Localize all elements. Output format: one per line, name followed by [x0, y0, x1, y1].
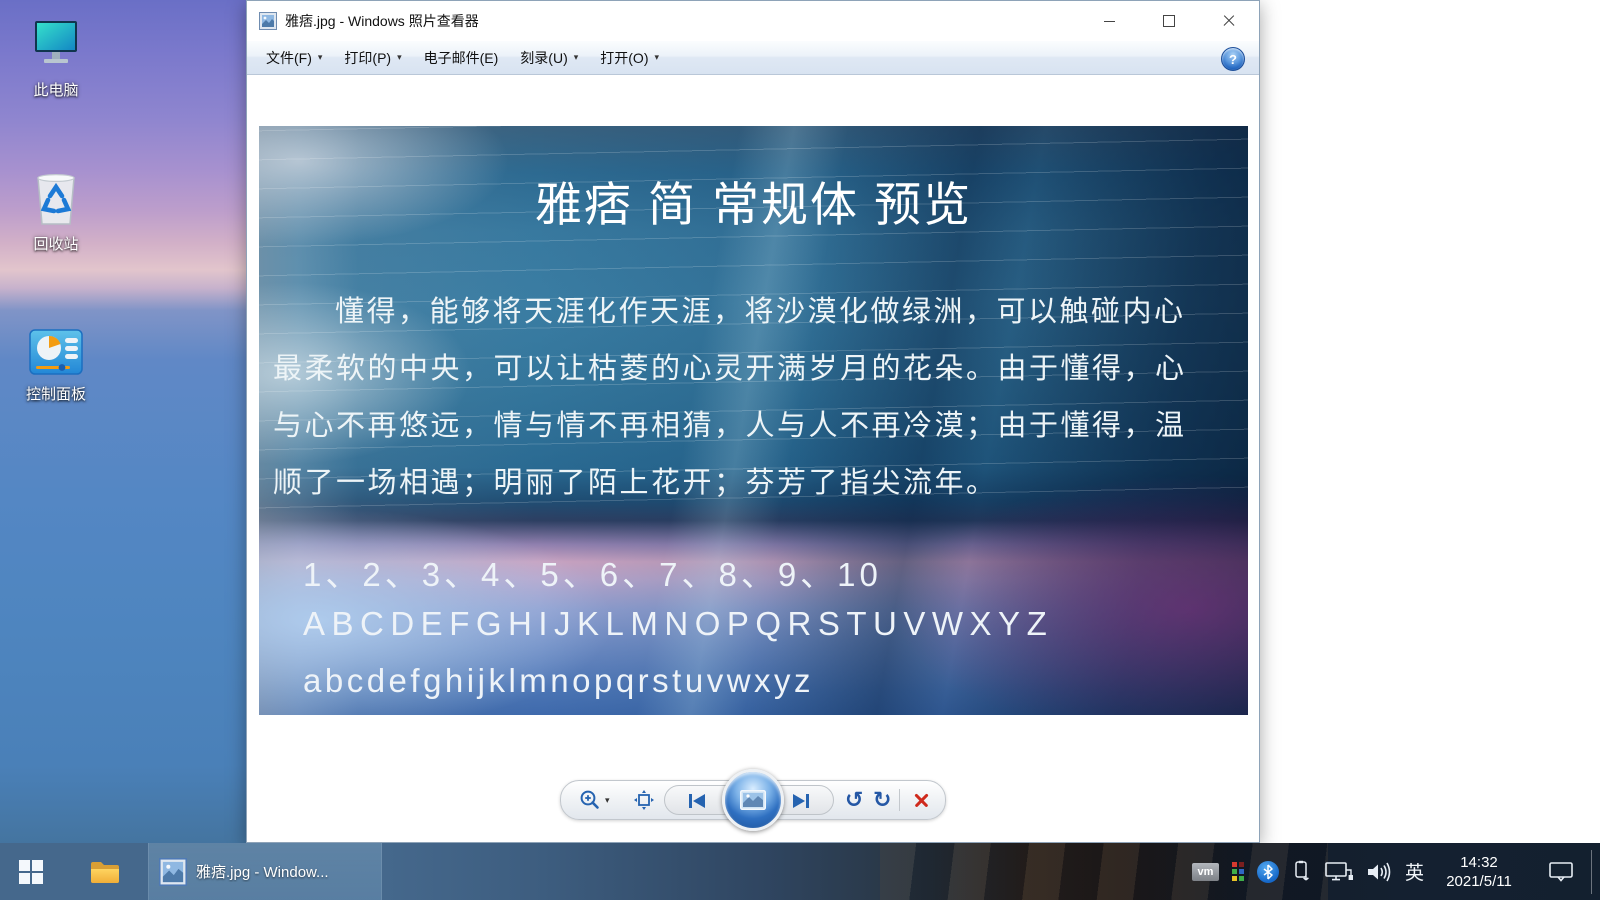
menu-item-file[interactable]: 文件(F) ▾ — [255, 41, 333, 74]
next-button[interactable] — [791, 782, 811, 820]
previous-button[interactable] — [687, 782, 707, 820]
delete-button[interactable] — [913, 781, 930, 819]
control-panel-icon — [29, 329, 83, 375]
window-title: 雅痞.jpg - Windows 照片查看器 — [285, 13, 479, 29]
lowercase-sample: abcdefghijklmnopqrstuvwxyz — [303, 662, 815, 699]
maximize-button[interactable] — [1139, 1, 1199, 41]
numbers-sample: 1、2、3、4、5、6、7、8、9、10 — [303, 556, 882, 593]
color-grid-tray-icon[interactable] — [1231, 862, 1244, 881]
rotate-cw-icon: ↻ — [873, 787, 892, 812]
paragraph-line: 顺了一场相遇；明丽了陌上花开；芬芳了指尖流年。 — [273, 467, 998, 499]
bluetooth-tray-icon[interactable] — [1256, 860, 1279, 883]
paragraph-line: 与心不再悠远，情与情不再相猜，人与人不再冷漠；由于懂得，温 — [273, 410, 1187, 442]
volume-tray-icon[interactable] — [1366, 862, 1392, 882]
next-icon — [793, 794, 809, 808]
menu-item-label: 电子邮件(E) — [423, 49, 499, 66]
ime-language-indicator[interactable]: 英 — [1405, 858, 1424, 885]
desktop-icon-label: 回收站 — [33, 236, 79, 253]
menu-item-label: 打印(P) — [344, 49, 392, 66]
taskbar: 雅痞.jpg - Window... vm 英 14:32 2021/5/11 — [0, 843, 1600, 900]
actual-size-button[interactable] — [633, 781, 655, 819]
clock-time: 14:32 — [1460, 853, 1498, 871]
actual-size-icon — [634, 790, 654, 810]
this-pc-icon — [35, 21, 77, 63]
viewer-toolbar: ▾ ↺ ↻ — [560, 769, 946, 831]
magnifier-icon — [580, 790, 599, 809]
vmware-label: vm — [1197, 865, 1214, 878]
taskbar-app-label: 雅痞.jpg - Window... — [196, 864, 329, 881]
slideshow-picture-icon — [740, 790, 766, 810]
chevron-down-icon: ▾ — [605, 794, 610, 805]
show-desktop-button[interactable] — [1591, 849, 1592, 894]
photo-viewer-app-icon — [159, 857, 187, 886]
rotate-ccw-icon: ↺ — [845, 787, 864, 812]
action-center-icon[interactable] — [1548, 861, 1574, 883]
uppercase-sample: ABCDEFGHIJKLMNOPQRSTUVWXYZ — [303, 605, 1054, 642]
menu-item-print[interactable]: 打印(P) ▾ — [333, 41, 412, 74]
maximize-icon — [1163, 15, 1175, 27]
clock-date: 2021/5/11 — [1446, 872, 1512, 890]
close-button[interactable] — [1199, 1, 1259, 41]
menu-bar: 文件(F) ▾ 打印(P) ▾ 电子邮件(E) 刻录(U) ▾ 打开(O) ▾ … — [247, 41, 1259, 75]
bluetooth-rune-icon — [1263, 863, 1273, 880]
minimize-icon — [1103, 20, 1115, 22]
taskbar-clock[interactable]: 14:32 2021/5/11 — [1437, 853, 1521, 891]
vmware-tray-icon[interactable]: vm — [1191, 862, 1219, 881]
delete-x-icon — [913, 792, 930, 809]
recycle-bin-icon — [37, 173, 75, 225]
taskbar-app-photo-viewer[interactable]: 雅痞.jpg - Window... — [148, 843, 382, 900]
desktop: 此电脑 回收站 控制面板 雅痞.jpg - Windows 照片查看器 文件(F… — [0, 0, 1600, 900]
zoom-button[interactable]: ▾ — [579, 781, 610, 819]
network-tray-icon[interactable] — [1325, 861, 1353, 883]
chevron-down-icon: ▾ — [397, 52, 402, 62]
photo-viewer-window: 雅痞.jpg - Windows 照片查看器 文件(F) ▾ 打印(P) ▾ 电… — [246, 0, 1260, 843]
paragraph-line: 懂得，能够将天涯化作天涯，将沙漠化做绿洲，可以触碰内心 — [335, 296, 1186, 328]
desktop-icon-recycle-bin[interactable]: 回收站 — [0, 170, 112, 254]
menu-item-label: 文件(F) — [266, 49, 312, 66]
menu-item-label: 刻录(U) — [520, 49, 568, 66]
menu-item-label: 打开(O) — [600, 49, 649, 66]
chevron-down-icon: ▾ — [573, 52, 579, 62]
usb-device-tray-icon[interactable] — [1292, 860, 1312, 884]
titlebar[interactable]: 雅痞.jpg - Windows 照片查看器 — [247, 1, 1259, 41]
photo-viewer-app-icon — [259, 12, 277, 30]
system-tray: vm 英 14:32 2021/5/11 — [1191, 843, 1600, 900]
previous-icon — [689, 794, 705, 808]
chevron-down-icon: ▾ — [654, 52, 660, 62]
start-button[interactable] — [0, 843, 62, 900]
wallpaper-left — [0, 0, 248, 900]
slideshow-button[interactable] — [722, 769, 784, 831]
chevron-down-icon: ▾ — [317, 52, 323, 62]
menu-item-burn[interactable]: 刻录(U) ▾ — [509, 41, 589, 74]
menu-item-open[interactable]: 打开(O) ▾ — [589, 41, 670, 74]
help-button[interactable]: ? — [1221, 47, 1245, 71]
minimize-button[interactable] — [1079, 1, 1139, 41]
rotate-ccw-button[interactable]: ↺ — [845, 781, 863, 819]
font-preview-title: 雅痞 简 常规体 预览 — [534, 178, 973, 231]
paragraph-line: 最柔软的中央，可以让枯菱的心灵开满岁月的花朵。由于懂得，心 — [273, 353, 1187, 385]
menu-item-email[interactable]: 电子邮件(E) — [413, 41, 510, 74]
file-explorer-button[interactable] — [80, 843, 130, 900]
desktop-icon-this-pc[interactable]: 此电脑 — [0, 18, 112, 100]
photo-image: 雅痞 简 常规体 预览 懂得，能够将天涯化作天涯，将沙漠化做绿洲，可以触碰内心 … — [259, 126, 1248, 715]
folder-icon — [91, 861, 119, 883]
toolbar-divider — [899, 789, 900, 811]
windows-logo-icon — [19, 859, 43, 884]
rotate-cw-button[interactable]: ↻ — [873, 781, 891, 819]
desktop-icon-label: 此电脑 — [33, 82, 79, 99]
help-icon: ? — [1229, 51, 1237, 67]
desktop-icon-label: 控制面板 — [25, 386, 86, 403]
desktop-icon-control-panel[interactable]: 控制面板 — [0, 326, 112, 404]
close-icon — [1222, 14, 1236, 28]
